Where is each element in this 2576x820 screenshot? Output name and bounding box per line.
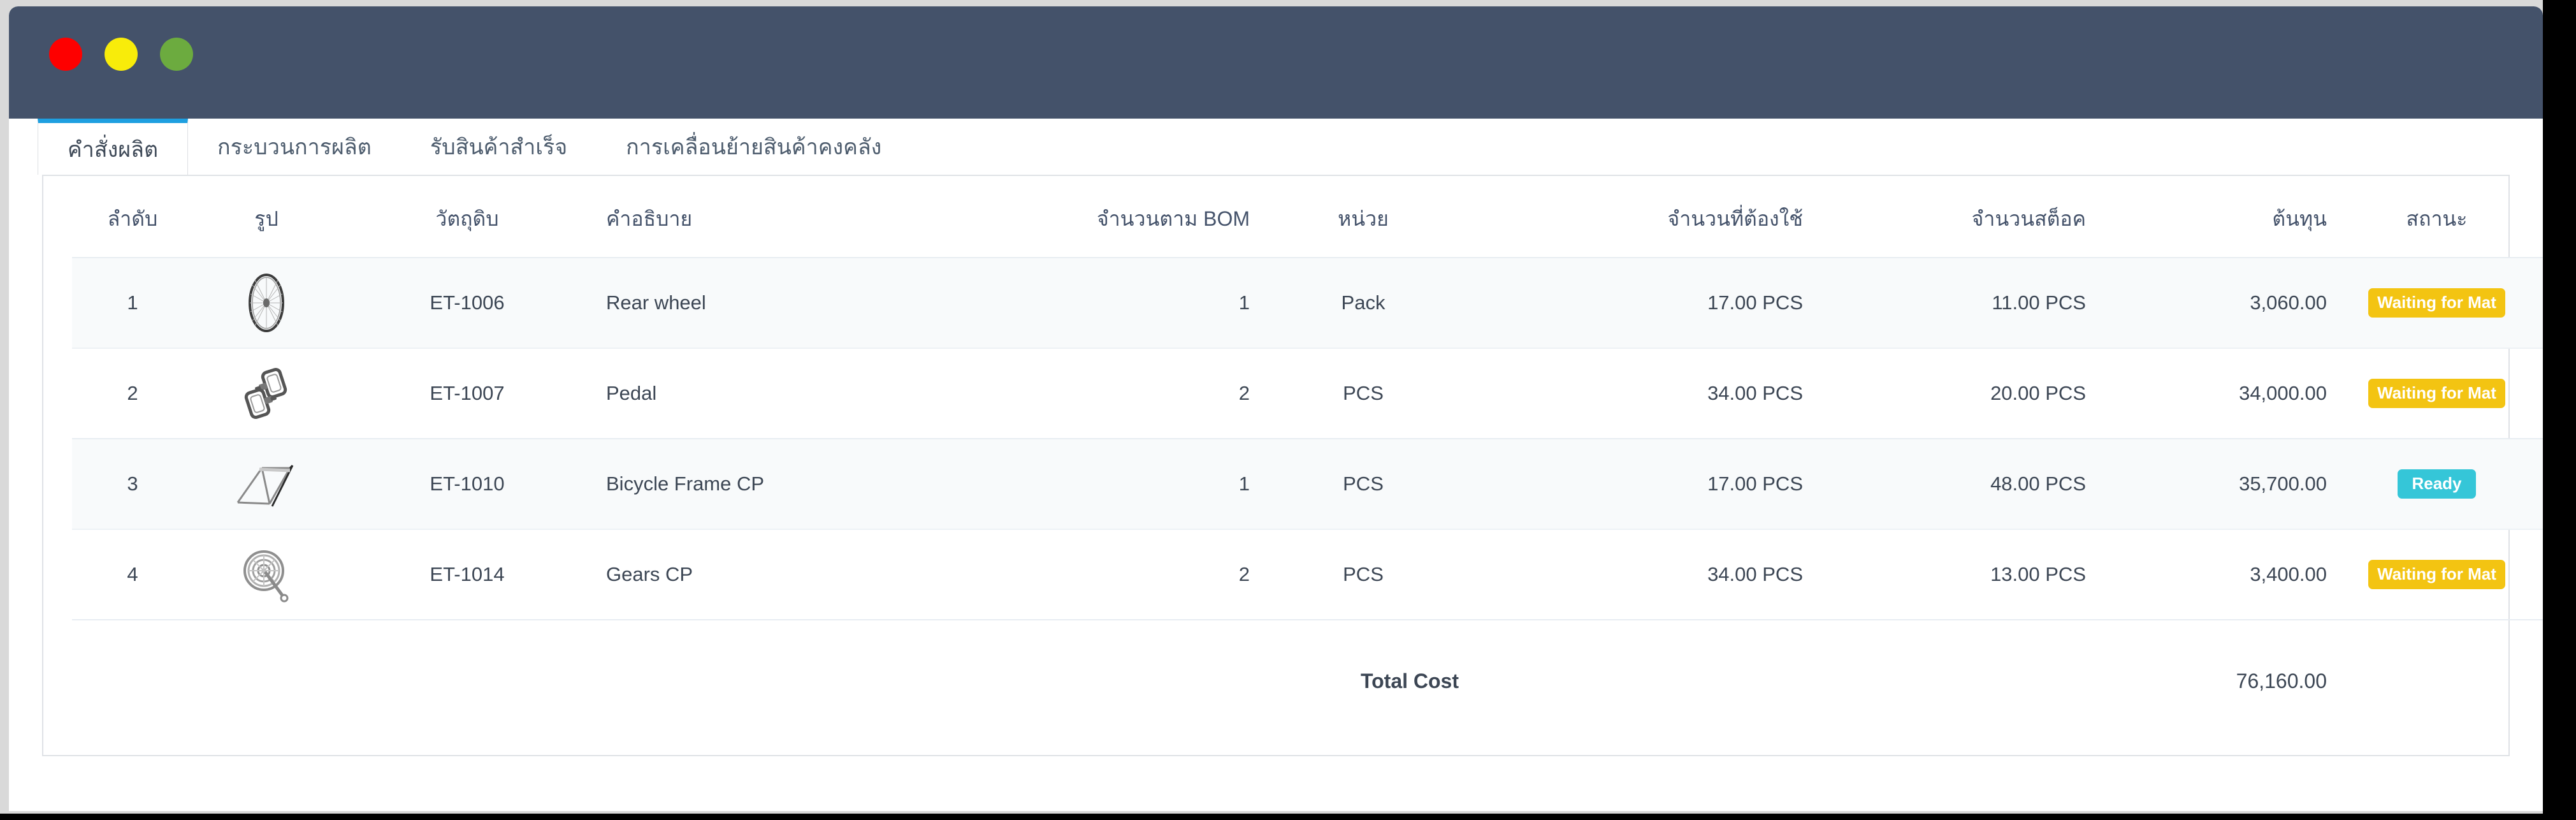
cell-cost: 34,000.00 [2239,382,2327,404]
cell-stock-qty: 20.00 PCS [1990,382,2086,404]
tab-receive-finished-goods[interactable]: รับสินค้าสำเร็จ [401,119,597,175]
cell-image [193,348,340,439]
cell-material: ET-1007 [430,382,505,404]
cell-image [193,438,340,530]
column-header-image[interactable]: รูป [193,176,340,258]
cell-material: ET-1006 [340,257,595,349]
table-row[interactable]: 1 ET-1006 Rear wheel 1 Pack 17.00 PCS 11… [72,257,2543,349]
tab-bar: คำสั่งผลิต กระบวนการผลิต รับสินค้าสำเร็จ… [38,119,2543,175]
cell-unit: PCS [1343,563,1384,585]
cell-bom-qty: 2 [1238,563,1250,585]
cell-cost: 3,060.00 [2097,257,2327,349]
cell-seq: 1 [72,257,193,349]
cell-description: Bicycle Frame CP [595,438,886,530]
cell-stock-qty: 13.00 PCS [1990,563,2086,585]
tab-production-order[interactable]: คำสั่งผลิต [38,119,189,175]
application-window: คำสั่งผลิต กระบวนการผลิต รับสินค้าสำเร็จ… [9,6,2543,811]
total-cost-label: Total Cost [72,619,1459,742]
bicycle-gears-icon [193,545,340,604]
cell-status: Waiting for Mat [2327,257,2543,349]
cell-description: Gears CP [606,563,693,585]
page-background: คำสั่งผลิต กระบวนการผลิต รับสินค้าสำเร็จ… [0,0,2576,820]
cell-seq: 2 [127,382,138,404]
cell-status: Waiting for Mat [2327,529,2543,620]
cell-bom-qty: 2 [1238,382,1250,404]
table-body: 1 ET-1006 Rear wheel 1 Pack 17.00 PCS 11… [72,257,2543,620]
table-footer: Total Cost 76,160.00 [72,619,2543,742]
column-header-description[interactable]: คำอธิบาย [595,176,886,258]
status-badge: Waiting for Mat [2368,560,2505,589]
column-header-material[interactable]: วัตถุดิบ [340,176,595,258]
cell-seq: 3 [72,438,193,530]
column-header-bom-qty[interactable]: จำนวนตาม BOM [886,176,1268,258]
table-header-row: ลำดับ รูป วัตถุดิบ คำอธิบาย จำนวนตาม BOM… [72,176,2543,258]
total-cost-value: 76,160.00 [2097,619,2327,742]
close-button[interactable] [49,38,82,71]
cell-cost: 3,400.00 [2250,563,2327,585]
cell-status: Ready [2327,438,2543,530]
materials-table: ลำดับ รูป วัตถุดิบ คำอธิบาย จำนวนตาม BOM… [72,176,2543,742]
column-header-stock-qty[interactable]: จำนวนสต็อค [1818,176,2097,258]
cell-required-qty: 34.00 PCS [1707,563,1803,585]
bicycle-frame-icon [193,459,340,509]
cell-required-qty: 34.00 PCS [1707,382,1803,404]
total-row: Total Cost 76,160.00 [72,619,2543,742]
cell-cost: 35,700.00 [2097,438,2327,530]
cell-description: Pedal [606,382,657,404]
cell-image [193,257,340,349]
tab-inventory-movement[interactable]: การเคลื่อนย้ายสินค้าคงคลัง [597,119,911,175]
materials-panel: ลำดับ รูป วัตถุดิบ คำอธิบาย จำนวนตาม BOM… [42,175,2543,756]
cell-unit: PCS [1268,438,1459,530]
bottom-black-strip [0,814,2576,820]
tab-label: รับสินค้าสำเร็จ [430,135,568,159]
status-badge: Waiting for Mat [2368,288,2505,318]
cell-stock-qty: 11.00 PCS [1818,257,2097,349]
cell-required-qty: 17.00 PCS [1459,438,1818,530]
tab-label: การเคลื่อนย้ายสินค้าคงคลัง [626,135,882,159]
cell-material: ET-1014 [430,563,505,585]
right-black-strip [2543,0,2576,820]
column-header-unit[interactable]: หน่วย [1268,176,1459,258]
window-content: คำสั่งผลิต กระบวนการผลิต รับสินค้าสำเร็จ… [9,119,2543,811]
status-badge: Waiting for Mat [2368,379,2505,408]
tab-production-process[interactable]: กระบวนการผลิต [188,119,401,175]
cell-material: ET-1010 [340,438,595,530]
bicycle-wheel-icon [193,271,340,335]
cell-unit: Pack [1268,257,1459,349]
cell-bom-qty: 1 [886,438,1268,530]
cell-bom-qty: 1 [886,257,1268,349]
cell-description: Rear wheel [595,257,886,349]
window-controls [49,38,193,71]
window-titlebar [9,6,2543,119]
cell-stock-qty: 48.00 PCS [1818,438,2097,530]
cell-unit: PCS [1343,382,1384,404]
column-header-status[interactable]: สถานะ [2327,176,2543,258]
table-row[interactable]: 3 ET-1010 Bicycle Frame CP 1 PCS 17.00 P… [72,438,2543,530]
maximize-button[interactable] [160,38,193,71]
tab-label: กระบวนการผลิต [217,135,372,159]
tab-label: คำสั่งผลิต [68,137,159,162]
cell-image [193,529,340,620]
column-header-seq[interactable]: ลำดับ [72,176,193,258]
cell-status: Waiting for Mat [2327,348,2543,439]
status-badge: Ready [2398,469,2476,499]
table-header: ลำดับ รูป วัตถุดิบ คำอธิบาย จำนวนตาม BOM… [72,176,2543,258]
cell-required-qty: 17.00 PCS [1459,257,1818,349]
minimize-button[interactable] [105,38,138,71]
table-row[interactable]: 2 ET-1007 Pedal 2 PCS 34.00 PCS 20.00 PC… [72,348,2543,439]
column-header-required-qty[interactable]: จำนวนที่ต้องใช้ [1459,176,1818,258]
table-row[interactable]: 4 ET-1014 Gears CP 2 PCS 34.00 PCS 13.00… [72,529,2543,620]
bicycle-pedal-icon [193,364,340,423]
cell-seq: 4 [127,563,138,585]
column-header-cost[interactable]: ต้นทุน [2097,176,2327,258]
